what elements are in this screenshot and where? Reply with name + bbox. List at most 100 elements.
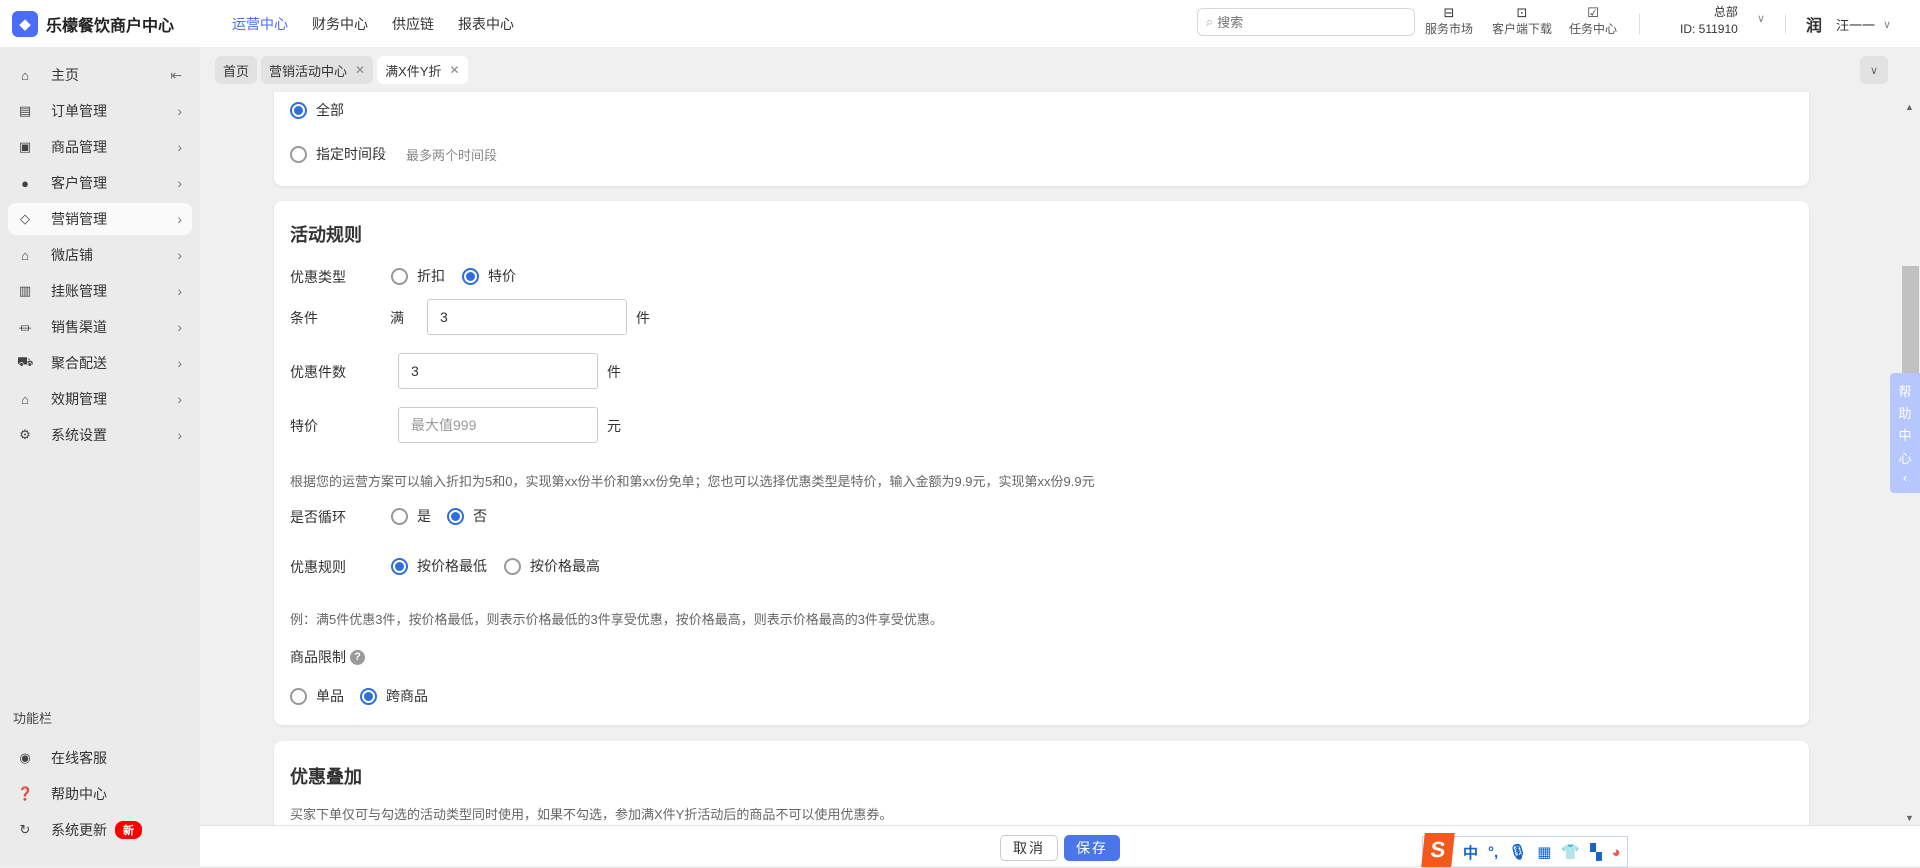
ime-toolbar[interactable]: S 中 °, 🎙 ▦ 👕 ▚ ◕ bbox=[1421, 833, 1628, 868]
radio-lowest-price[interactable]: 按价格最低 bbox=[391, 556, 487, 576]
radio-cross-product[interactable]: 跨商品 bbox=[360, 686, 428, 706]
sidebar-item-marketing[interactable]: ◇ 营销管理 › bbox=[8, 203, 192, 235]
app-logo-icon: ◆ bbox=[12, 10, 38, 37]
discount-count-input[interactable] bbox=[398, 353, 598, 389]
client-download-button[interactable]: ⊡ 客户端下载 bbox=[1492, 6, 1552, 37]
mascot-icon[interactable]: ◕ bbox=[1612, 844, 1621, 861]
user-name: 汪一一 bbox=[1836, 17, 1876, 33]
sidebar-item-credit[interactable]: ▥ 挂账管理 › bbox=[8, 275, 192, 307]
sidebar-online-service[interactable]: ◉ 在线客服 bbox=[8, 742, 192, 774]
condition-quantity-input[interactable] bbox=[427, 299, 627, 335]
sidebar-section-title: 功能栏 bbox=[13, 711, 53, 726]
rules-hint: 根据您的运营方案可以输入折扣为5和0，实现第xx份半价和第xx份免单；您也可以选… bbox=[290, 474, 1095, 489]
radio-label: 指定时间段 bbox=[316, 146, 386, 162]
tool-label: 客户端下载 bbox=[1492, 22, 1553, 36]
sidebar-item-orders[interactable]: ▤ 订单管理 › bbox=[8, 95, 192, 127]
radio-indicator bbox=[447, 507, 464, 525]
ime-punctuation[interactable]: °, bbox=[1488, 844, 1498, 861]
topnav-supply-chain[interactable]: 供应链 bbox=[392, 14, 434, 34]
radio-single-product[interactable]: 单品 bbox=[290, 686, 344, 706]
radio-discount[interactable]: 折扣 bbox=[391, 266, 445, 286]
search-box[interactable]: ⌕ bbox=[1197, 8, 1415, 36]
task-center-button[interactable]: ☑ 任务中心 bbox=[1569, 6, 1617, 37]
app-logo[interactable]: ◆ 乐檬餐饮商户中心 bbox=[12, 10, 212, 37]
scroll-down-icon[interactable]: ▼ bbox=[1905, 813, 1914, 823]
help-widget-char: 帮 bbox=[1898, 383, 1912, 399]
sidebar-item-delivery[interactable]: ⛟ 聚合配送 › bbox=[8, 347, 192, 379]
keyboard-icon[interactable]: ▦ bbox=[1537, 843, 1551, 861]
help-question-icon[interactable]: ? bbox=[350, 649, 365, 665]
unit-label: 件 bbox=[636, 310, 650, 326]
radio-highest-price[interactable]: 按价格最高 bbox=[504, 556, 600, 576]
radio-indicator bbox=[290, 687, 307, 705]
sidebar-item-sales-channels[interactable]: ⏛ 销售渠道 › bbox=[8, 311, 192, 343]
box-icon: ▣ bbox=[18, 139, 32, 154]
radio-loop-no[interactable]: 否 bbox=[447, 506, 487, 526]
org-name: 总部 bbox=[1713, 5, 1738, 19]
sidebar-item-settings[interactable]: ⚙ 系统设置 › bbox=[8, 419, 192, 451]
user-menu[interactable]: 润 汪一一 ∨ bbox=[1800, 10, 1891, 38]
briefcase-icon: ⊟ bbox=[1443, 5, 1455, 20]
tab-home[interactable]: 首页 bbox=[215, 56, 258, 84]
scrollbar-thumb[interactable] bbox=[1902, 266, 1919, 376]
gear-icon: ⚙ bbox=[19, 427, 31, 442]
collapse-sidebar-icon[interactable]: ⇤ bbox=[170, 67, 182, 84]
sidebar-item-home[interactable]: ⌂ 主页 ⇤ bbox=[8, 59, 192, 91]
divider bbox=[1785, 14, 1786, 34]
radio-label: 特价 bbox=[488, 268, 516, 284]
ime-mode[interactable]: 中 bbox=[1463, 842, 1478, 863]
bottom-action-bar: 取消 保存 S 中 °, 🎙 ▦ 👕 ▚ ◕ bbox=[200, 825, 1920, 868]
tab-menu-button[interactable]: ∨ bbox=[1860, 56, 1888, 84]
unit-label: 件 bbox=[607, 364, 621, 380]
radio-specified-period[interactable]: 指定时间段 最多两个时间段 bbox=[290, 144, 497, 164]
divider bbox=[1639, 14, 1640, 34]
chevron-down-icon[interactable]: ∨ bbox=[1757, 12, 1765, 25]
chevron-right-icon: › bbox=[177, 103, 182, 119]
close-icon[interactable]: ✕ bbox=[355, 63, 365, 77]
radio-label: 按价格最低 bbox=[417, 558, 487, 574]
sidebar-item-customers[interactable]: ● 客户管理 › bbox=[8, 167, 192, 199]
chevron-right-icon: › bbox=[177, 391, 182, 407]
topnav-operations[interactable]: 运营中心 bbox=[232, 14, 288, 34]
chevron-right-icon: › bbox=[177, 283, 182, 299]
cancel-button[interactable]: 取消 bbox=[1000, 835, 1058, 861]
app-title: 乐檬餐饮商户中心 bbox=[46, 17, 175, 35]
sidebar-item-label: 订单管理 bbox=[51, 103, 107, 119]
radio-loop-yes[interactable]: 是 bbox=[391, 506, 431, 526]
close-icon[interactable]: ✕ bbox=[449, 63, 459, 77]
apps-grid-icon[interactable]: ▚ bbox=[1590, 843, 1602, 861]
sidebar-system-update[interactable]: ↻ 系统更新新 bbox=[8, 814, 192, 846]
search-input[interactable] bbox=[1217, 14, 1398, 30]
chevron-right-icon: › bbox=[177, 139, 182, 155]
radio-special-price[interactable]: 特价 bbox=[462, 266, 516, 286]
help-widget-char: 心 bbox=[1898, 450, 1912, 466]
topnav-finance[interactable]: 财务中心 bbox=[312, 14, 368, 34]
sidebar-item-label: 主页 bbox=[51, 67, 79, 83]
chevron-down-icon: ∨ bbox=[1883, 18, 1892, 31]
tab-buy-x-get-y[interactable]: 满X件Y折 ✕ bbox=[377, 56, 468, 84]
radio-indicator bbox=[391, 557, 408, 575]
tab-marketing-center[interactable]: 营销活动中心 ✕ bbox=[261, 56, 374, 84]
microphone-icon[interactable]: 🎙 bbox=[1508, 843, 1527, 861]
radio-indicator bbox=[391, 507, 408, 525]
sidebar-help-center[interactable]: ❓ 帮助中心 bbox=[8, 778, 192, 810]
sidebar-item-micro-store[interactable]: ⌂ 微店铺 › bbox=[8, 239, 192, 271]
scroll-up-icon[interactable]: ▲ bbox=[1905, 102, 1914, 112]
new-badge: 新 bbox=[115, 821, 142, 839]
radio-all-time[interactable]: 全部 bbox=[290, 100, 344, 120]
chevron-left-icon: ‹ bbox=[1902, 470, 1908, 486]
help-center-widget[interactable]: 帮 助 中 心 ‹ bbox=[1890, 373, 1920, 493]
service-market-button[interactable]: ⊟ 服务市场 bbox=[1425, 6, 1473, 37]
org-switcher[interactable]: 总部 ID: 511910 bbox=[1680, 4, 1738, 38]
topnav-reports[interactable]: 报表中心 bbox=[458, 14, 514, 34]
skin-shirt-icon[interactable]: 👕 bbox=[1561, 843, 1580, 861]
field-label: 优惠规则 bbox=[290, 559, 346, 575]
tab-label: 营销活动中心 bbox=[269, 63, 348, 79]
save-button[interactable]: 保存 bbox=[1064, 835, 1120, 861]
special-price-input[interactable] bbox=[398, 407, 598, 443]
tag-icon: ◇ bbox=[20, 211, 30, 226]
tab-bar: 首页 营销活动中心 ✕ 满X件Y折 ✕ bbox=[215, 56, 468, 84]
sidebar-item-expiry[interactable]: ⌂ 效期管理 › bbox=[8, 383, 192, 415]
sidebar-item-label: 帮助中心 bbox=[51, 786, 107, 802]
sidebar-item-products[interactable]: ▣ 商品管理 › bbox=[8, 131, 192, 163]
